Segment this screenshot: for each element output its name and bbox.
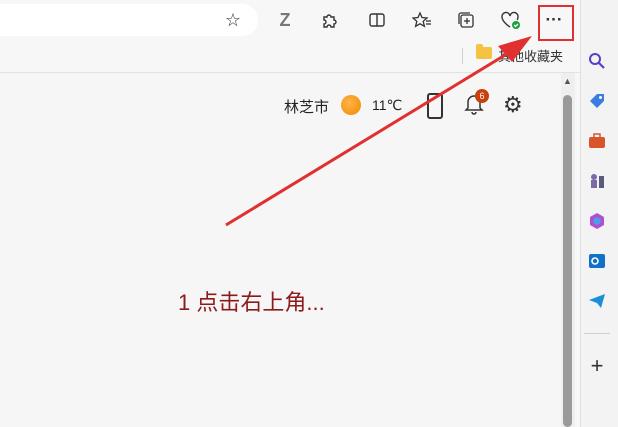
collections-icon[interactable]: [455, 9, 477, 31]
tools-briefcase-icon[interactable]: [586, 130, 608, 152]
favorites-icon[interactable]: [411, 9, 433, 31]
annotation-instruction: 1 点击右上角...: [178, 290, 325, 315]
phone-icon[interactable]: [427, 93, 443, 119]
other-favorites-folder[interactable]: 其他收藏夹: [498, 46, 563, 65]
sidebar-divider: [584, 333, 610, 334]
favorite-star-icon[interactable]: ☆: [222, 9, 244, 31]
browser-essentials-icon[interactable]: [500, 9, 522, 31]
scroll-up-arrow-icon[interactable]: ▲: [563, 76, 572, 86]
highlight-box: [538, 5, 574, 41]
games-chess-icon[interactable]: [586, 170, 608, 192]
puzzle-icon[interactable]: [318, 9, 340, 31]
search-icon[interactable]: [586, 50, 608, 72]
new-tab-page: [0, 73, 561, 427]
send-telegram-icon[interactable]: [586, 290, 608, 312]
sunny-weather-icon: [341, 95, 361, 115]
favorites-divider: [462, 48, 463, 64]
scrollbar-thumb[interactable]: [563, 95, 572, 427]
notification-count-badge: 6: [475, 89, 489, 103]
weather-city[interactable]: 林芝市: [284, 96, 329, 117]
folder-icon[interactable]: [476, 44, 492, 59]
microsoft-365-icon[interactable]: [586, 210, 608, 232]
shopping-tag-icon[interactable]: [586, 90, 608, 112]
z-extension-icon[interactable]: Z: [274, 9, 296, 31]
weather-temperature[interactable]: 11℃: [372, 97, 402, 114]
favorites-bar: [0, 42, 580, 73]
outlook-icon[interactable]: [586, 250, 608, 272]
split-screen-icon[interactable]: [366, 9, 388, 31]
settings-gear-icon[interactable]: ⚙: [503, 92, 523, 118]
add-sidebar-item-button[interactable]: +: [586, 353, 608, 378]
address-bar[interactable]: ☆: [0, 4, 258, 36]
